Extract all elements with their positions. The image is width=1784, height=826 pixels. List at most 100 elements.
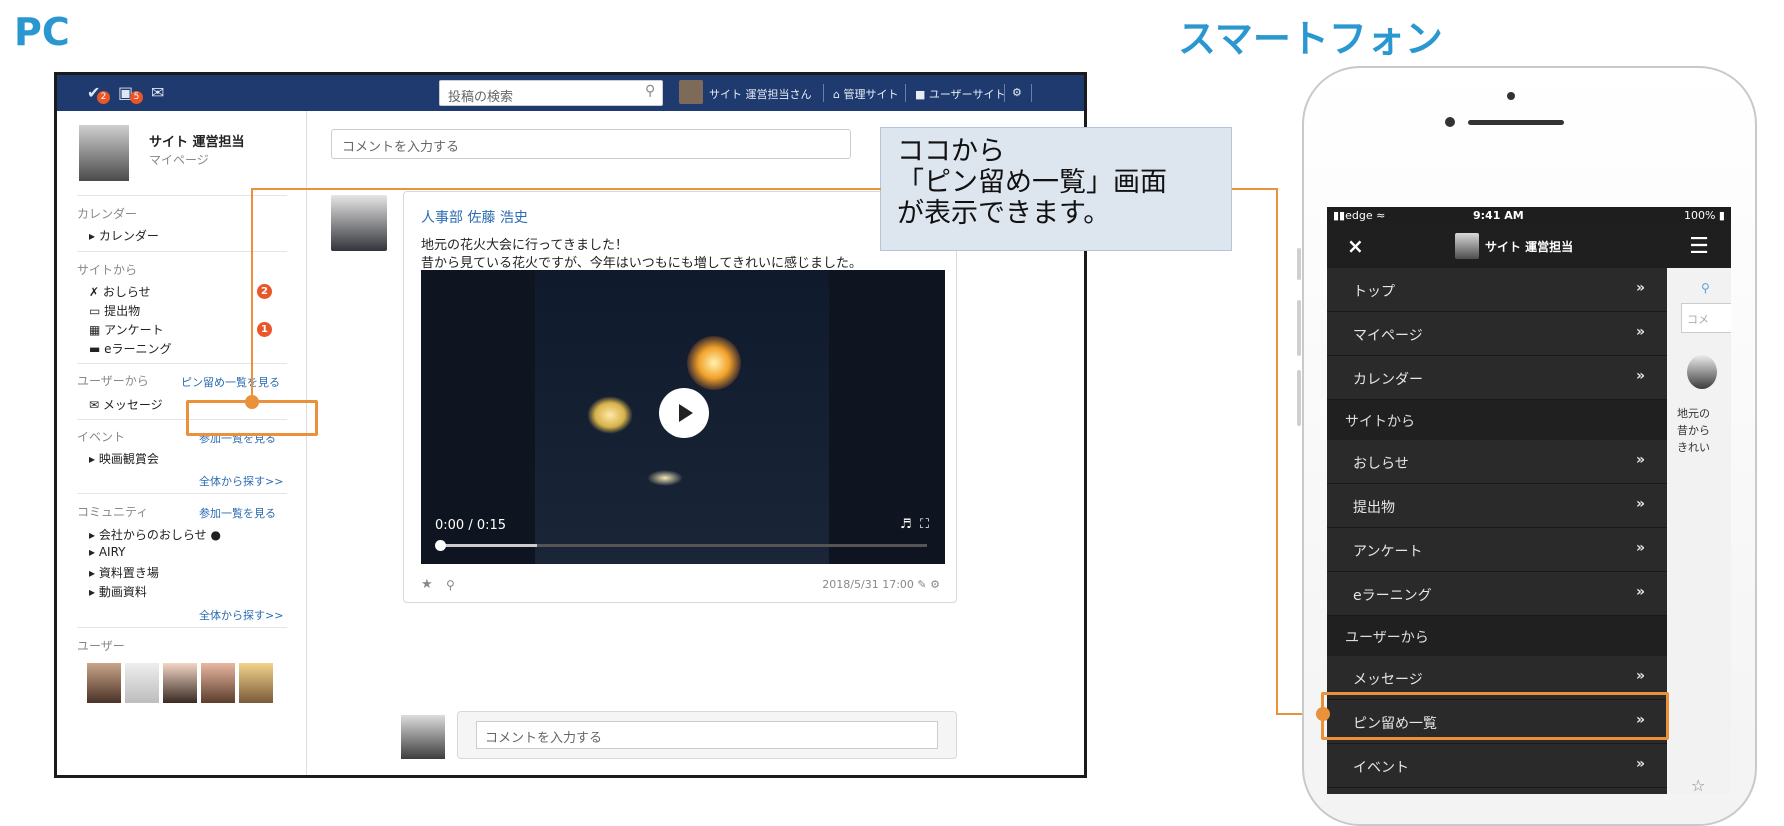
- profile-avatar[interactable]: [79, 125, 129, 181]
- event-search-link[interactable]: 全体から探す>>: [199, 473, 283, 489]
- menu-item-calendar[interactable]: カレンダー »: [1327, 356, 1667, 400]
- header-title: サイト 運営担当: [1485, 240, 1574, 254]
- peek-line: 昔から: [1677, 424, 1710, 437]
- sidebar-item-community-2[interactable]: ▸ AIRY: [89, 545, 126, 559]
- settings-icon[interactable]: ⚙: [930, 578, 940, 591]
- sidebar-item-label: おしらせ: [102, 285, 151, 299]
- video-progress-handle[interactable]: [435, 540, 446, 551]
- menu-item-elearning[interactable]: eラーニング »: [1327, 572, 1667, 616]
- sidebar-item-elearning[interactable]: ▬ eラーニング: [89, 340, 172, 357]
- callout-line: ココから: [897, 136, 1005, 167]
- section-users: ユーザー: [77, 639, 125, 653]
- user-thumbnail[interactable]: [125, 663, 159, 703]
- sidebar-item-calendar[interactable]: ▸ カレンダー: [89, 227, 159, 244]
- menu-item-event[interactable]: イベント »: [1327, 744, 1667, 788]
- admin-site-link[interactable]: ⌂ 管理サイト: [833, 86, 898, 102]
- menu-label: カレンダー: [1353, 372, 1423, 388]
- user-thumbnail[interactable]: [87, 663, 121, 703]
- menu-item-mypage[interactable]: マイページ »: [1327, 312, 1667, 356]
- sidebar-item-community-4[interactable]: ▸ 動画資料: [89, 583, 147, 600]
- menu-item-notice[interactable]: おしらせ »: [1327, 440, 1667, 484]
- sidebar-item-label: 動画資料: [98, 585, 147, 599]
- star-icon[interactable]: ☆: [1691, 776, 1705, 794]
- section-site: サイトから: [77, 263, 138, 277]
- sidebar-item-community-3[interactable]: ▸ 資料置き場: [89, 564, 159, 581]
- carrier: ▮▮edge ≈: [1333, 209, 1386, 222]
- carrier-text: edge: [1345, 209, 1373, 222]
- menu-item-top[interactable]: トップ »: [1327, 268, 1667, 312]
- peek-line: 地元の: [1677, 407, 1710, 420]
- peek-comment-input[interactable]: コメ: [1681, 303, 1731, 333]
- menu-label: アンケート: [1353, 544, 1423, 560]
- chevron-right-icon: »: [1635, 540, 1645, 556]
- battery-text: 100%: [1683, 209, 1716, 222]
- gear-icon[interactable]: ⚙: [1012, 86, 1022, 99]
- top-user-name[interactable]: サイト 運営担当さん: [709, 86, 812, 102]
- sidebar-item-submission[interactable]: ▭ 提出物: [89, 302, 140, 319]
- menu-item-survey[interactable]: アンケート »: [1327, 528, 1667, 572]
- post-author[interactable]: 人事部 佐藤 浩史: [421, 207, 528, 227]
- connector-dot: [1316, 707, 1330, 721]
- user-site-link[interactable]: ■ ユーザーサイト: [915, 86, 1005, 102]
- search-icon[interactable]: ⚲: [645, 83, 655, 99]
- clipboard-badge: 5: [130, 91, 143, 104]
- sidebar-item-label: eラーニング: [104, 342, 172, 356]
- firework: [687, 336, 741, 390]
- user-avatar[interactable]: [679, 80, 703, 104]
- reply-input[interactable]: コメントを入力する: [476, 721, 938, 749]
- post-date-text: 2018/5/31 17:00: [822, 578, 914, 591]
- user-thumbnail[interactable]: [163, 663, 197, 703]
- menu-item-submission[interactable]: 提出物 »: [1327, 484, 1667, 528]
- sidebar-item-label: カレンダー: [98, 229, 159, 243]
- close-icon[interactable]: ×: [1347, 234, 1364, 258]
- comment-input[interactable]: コメントを入力する: [331, 129, 851, 159]
- video-player[interactable]: 0:00 / 0:15 ♬ ⛶: [421, 270, 945, 564]
- menu-section-label: ユーザーから: [1345, 630, 1429, 646]
- sidebar-item-message[interactable]: ✉ メッセージ: [89, 396, 163, 413]
- star-icon[interactable]: ★: [421, 577, 433, 592]
- sidebar-item-community-1[interactable]: ▸ 会社からのおしらせ ●: [89, 526, 221, 543]
- volume-fullscreen-icons[interactable]: ♬ ⛶: [900, 517, 929, 532]
- user-thumbnail[interactable]: [239, 663, 273, 703]
- play-button[interactable]: [659, 388, 709, 438]
- chevron-right-icon: »: [1635, 756, 1645, 772]
- sidebar-item-label: 会社からのおしらせ: [98, 528, 207, 542]
- community-join-link[interactable]: 参加一覧を見る: [199, 505, 276, 521]
- post-author-avatar[interactable]: [331, 195, 387, 251]
- sidebar: サイト 運営担当 マイページ カレンダー ▸ カレンダー サイトから ✗ おしら…: [57, 111, 307, 775]
- mypage-link[interactable]: マイページ: [149, 151, 209, 168]
- pin-list-link[interactable]: ピン留め一覧を見る: [181, 374, 280, 390]
- sidebar-item-label: 映画観賞会: [98, 452, 159, 466]
- menu-label: eラーニング: [1353, 588, 1432, 604]
- firework: [587, 396, 633, 434]
- divider: [1004, 84, 1005, 102]
- user-thumbnail[interactable]: [201, 663, 235, 703]
- post-search-input[interactable]: 投稿の検索: [439, 80, 663, 106]
- sidebar-item-label: メッセージ: [102, 398, 163, 412]
- chevron-right-icon: »: [1635, 324, 1645, 340]
- hamburger-icon[interactable]: ☰: [1667, 225, 1731, 268]
- mail-icon[interactable]: ✉: [151, 83, 164, 102]
- phone-button: [1297, 300, 1301, 356]
- sidebar-item-movie[interactable]: ▸ 映画観賞会: [89, 450, 159, 467]
- menu-section-label: サイトから: [1345, 414, 1415, 430]
- menu-section-user: ユーザーから: [1327, 616, 1667, 656]
- menu-label: トップ: [1353, 284, 1395, 300]
- divider: [823, 84, 824, 102]
- reply-avatar: [401, 715, 445, 759]
- sidebar-item-notice[interactable]: ✗ おしらせ: [89, 283, 151, 300]
- notice-badge: 2: [257, 284, 272, 299]
- menu-label: メッセージ: [1353, 672, 1423, 688]
- pc-heading: PC: [14, 10, 70, 54]
- chevron-right-icon: »: [1635, 452, 1645, 468]
- edit-icon[interactable]: ✎: [917, 578, 926, 591]
- callout-box: ココから 「ピン留め一覧」画面 が表示できます。: [880, 127, 1232, 251]
- divider: [77, 493, 287, 494]
- comment-icon[interactable]: ⚲: [446, 578, 455, 592]
- post-card: 人事部 佐藤 浩史 地元の花火大会に行ってきました！ 昔から見ている花火ですが、…: [403, 191, 957, 603]
- sidebar-item-label: アンケート: [104, 323, 164, 337]
- sidebar-item-survey[interactable]: ▦ アンケート: [89, 321, 164, 338]
- community-search-link[interactable]: 全体から探す>>: [199, 607, 283, 623]
- phone-button: [1297, 370, 1301, 426]
- video-progress-bar[interactable]: [435, 540, 927, 551]
